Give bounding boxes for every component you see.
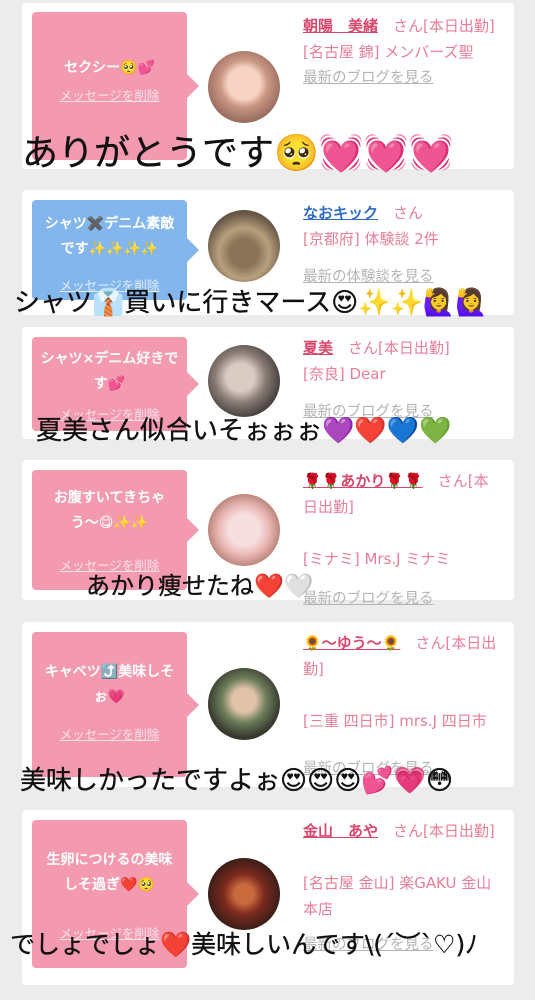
message-text: シャツ×デニム好きです💕	[40, 351, 179, 392]
profile-location: [名古屋 金山] 楽GAKU 金山本店	[303, 874, 492, 918]
profile-info: なおキック さん [京都府] 体験談 2件 最新の体験談を見る	[303, 200, 499, 290]
latest-post-link[interactable]: 最新のブログを見る	[303, 65, 499, 91]
profile-name-link[interactable]: 🌹🌹あかり🌹🌹	[303, 472, 423, 490]
avatar[interactable]	[208, 668, 280, 740]
profile-location: [三重 四日市] mrs.J 四日市	[303, 712, 487, 730]
profile-name-link[interactable]: なおキック	[303, 204, 378, 222]
overlay-caption: でしょでしょ❤️美味しいんです\(´︶`♡)ﾉ	[10, 930, 478, 959]
avatar[interactable]	[208, 858, 280, 930]
profile-location: [奈良] Dear	[303, 365, 386, 383]
profile-suffix: さん[本日出勤]	[393, 822, 495, 840]
overlay-caption: あかり痩せたね❤️🤍	[86, 572, 314, 600]
profile-location: [京都府] 体験談 2件	[303, 230, 439, 248]
message-text: シャツ✖️デニム素敵です✨✨✨✨	[44, 216, 175, 257]
message-bubble: キャベツ⤴️美味しそぉ💗 メッセージを削除	[32, 632, 199, 777]
overlay-caption: ありがとうです🥺💓💓💓	[22, 133, 454, 174]
message-text: 生卵につけるの美味しそ過ぎ❤️🥺	[46, 852, 173, 893]
message-text: セクシー🥺💕	[64, 60, 155, 76]
profile-info: 朝陽 美緒 さん[本日出勤] [名古屋 錦] メンバーズ聖 最新のブログを見る	[303, 13, 499, 91]
avatar[interactable]	[208, 210, 280, 282]
delete-message-link[interactable]: メッセージを削除	[32, 85, 187, 104]
overlay-caption: シャツ👔買いに行きマース😍✨✨🙋‍♀️🙋‍♀️	[14, 288, 488, 318]
profile-name-link[interactable]: 金山 あや	[303, 822, 378, 840]
avatar[interactable]	[208, 345, 280, 417]
profile-name-link[interactable]: 夏美	[303, 339, 333, 357]
profile-suffix: さん[本日出勤]	[393, 17, 495, 35]
message-text: お腹すいてきちゃう〜😋✨✨	[53, 490, 166, 531]
profile-name-link[interactable]: 朝陽 美緒	[303, 17, 378, 35]
profile-suffix: さん[本日出勤]	[348, 339, 450, 357]
delete-message-link[interactable]: メッセージを削除	[32, 724, 187, 743]
profile-name-link[interactable]: 🌻〜ゆう〜🌻	[303, 634, 400, 652]
overlay-caption: 美味しかったですよぉ😍😍😍💕💗😳	[20, 766, 454, 796]
avatar[interactable]	[208, 494, 280, 566]
profile-location: [名古屋 錦] メンバーズ聖	[303, 43, 474, 61]
overlay-caption: 夏美さん似合いそぉぉぉ💜❤️💙💚	[36, 416, 452, 446]
avatar[interactable]	[208, 51, 280, 123]
profile-suffix: さん	[393, 204, 424, 222]
message-text: キャベツ⤴️美味しそぉ💗	[44, 664, 175, 705]
